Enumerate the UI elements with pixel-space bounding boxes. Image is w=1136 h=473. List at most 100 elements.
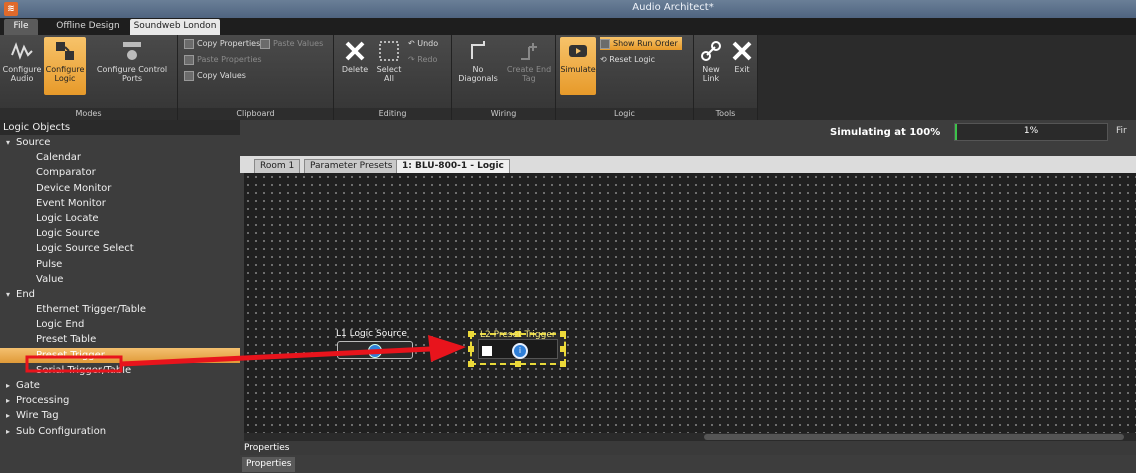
tree-node-label: Pulse <box>36 258 63 270</box>
tree-item-value[interactable]: Value <box>0 272 240 287</box>
new-link-label: New Link <box>702 65 720 83</box>
tree-node-label: Calendar <box>36 152 81 164</box>
resize-handle[interactable] <box>468 361 474 367</box>
tree-item-logic-locate[interactable]: Logic Locate <box>0 211 240 226</box>
window-title: Audio Architect* <box>632 2 714 13</box>
wiring-group: No Diagonals Create End Tag Wiring <box>452 35 556 120</box>
tree-item-serial-trigger-table[interactable]: Serial Trigger/Table <box>0 363 240 378</box>
simulate-button[interactable]: Simulate <box>560 37 596 95</box>
tree-item-device-monitor[interactable]: Device Monitor <box>0 181 240 196</box>
create-end-tag-label: Create End Tag <box>506 65 552 83</box>
tree-item-event-monitor[interactable]: Event Monitor <box>0 196 240 211</box>
select-all-icon <box>379 41 399 61</box>
input-port[interactable] <box>482 346 492 356</box>
tree-category-gate[interactable]: ▸ Gate <box>0 378 240 393</box>
expand-arrow-down-icon[interactable]: ▾ <box>6 287 16 302</box>
tab-offline-design[interactable]: Offline Design <box>52 19 124 35</box>
preset-trigger-info-icon: i <box>512 343 528 359</box>
no-diagonals-button[interactable]: No Diagonals <box>456 37 500 95</box>
configure-control-ports-button[interactable]: Configure Control Ports <box>90 37 174 95</box>
resize-handle[interactable] <box>560 346 566 352</box>
expand-arrow-right-icon[interactable]: ▸ <box>6 408 16 423</box>
logic-source-block[interactable] <box>337 341 413 359</box>
tree-item-pulse[interactable]: Pulse <box>0 257 240 272</box>
paste-icon <box>260 38 270 49</box>
tree-item-logic-source[interactable]: Logic Source <box>0 226 240 241</box>
configure-logic-button[interactable]: Configure Logic <box>44 37 86 95</box>
document-tabs: Room 1 Parameter Presets 1: BLU-800-1 - … <box>240 156 1136 173</box>
run-order-icon <box>600 38 610 49</box>
resize-handle[interactable] <box>515 361 521 367</box>
tree-item-logic-source-select[interactable]: Logic Source Select <box>0 241 240 256</box>
logic-objects-tree: ▾ Source Calendar Comparator Device Monitor E… <box>0 135 240 439</box>
logic-objects-panel: Logic Objects ▾ Source Calendar Comparator D… <box>0 120 240 473</box>
undo-button[interactable]: ↶ Undo <box>408 37 438 50</box>
expand-arrow-right-icon[interactable]: ▸ <box>6 378 16 393</box>
editing-group-label: Editing <box>334 108 451 120</box>
copy-values-button[interactable]: Copy Values <box>184 69 246 82</box>
paste-values-label: Paste Values <box>273 39 324 48</box>
modes-group-label: Modes <box>0 108 177 120</box>
copy-properties-label: Copy Properties <box>197 39 261 48</box>
tree-node-label: Preset Table <box>36 334 97 346</box>
exit-button[interactable]: Exit <box>728 37 756 95</box>
exit-x-icon <box>732 41 752 61</box>
tree-category-wire-tag[interactable]: ▸ Wire Tag <box>0 408 240 423</box>
logic-canvas[interactable]: L1 Logic Source i L2 Preset Trigger <box>244 173 1136 433</box>
simulate-icon <box>569 45 587 57</box>
resize-handle[interactable] <box>468 346 474 352</box>
redo-label: Redo <box>417 55 438 64</box>
tree-node-label: Wire Tag <box>16 410 59 422</box>
tree-category-sub-configuration[interactable]: ▸ Sub Configuration <box>0 424 240 439</box>
tab-file[interactable]: File <box>4 19 38 35</box>
create-end-tag-button[interactable]: Create End Tag <box>506 37 552 95</box>
tab-room-1[interactable]: Room 1 <box>254 159 301 173</box>
tree-item-preset-trigger[interactable]: Preset Trigger <box>0 347 240 363</box>
exit-label: Exit <box>734 65 750 74</box>
canvas-horizontal-scrollbar[interactable] <box>244 433 1136 441</box>
tree-item-ethernet-trigger-table[interactable]: Ethernet Trigger/Table <box>0 302 240 317</box>
tab-properties[interactable]: Properties <box>242 457 296 472</box>
paste-properties-button[interactable]: Paste Properties <box>184 53 262 66</box>
tab-soundweb-london[interactable]: Soundweb London <box>130 19 220 35</box>
tree-item-comparator[interactable]: Comparator <box>0 165 240 180</box>
tree-node-label: Event Monitor <box>36 197 106 209</box>
tools-group-label: Tools <box>694 108 757 120</box>
expand-arrow-right-icon[interactable]: ▸ <box>6 424 16 439</box>
tree-node-label: Logic Locate <box>36 212 99 224</box>
logic-source-indicator-icon <box>368 344 382 358</box>
paste-properties-label: Paste Properties <box>197 55 262 64</box>
tree-category-end[interactable]: ▾ End <box>0 287 240 302</box>
tree-category-processing[interactable]: ▸ Processing <box>0 393 240 408</box>
redo-button[interactable]: ↷ Redo <box>408 53 437 66</box>
resize-handle[interactable] <box>560 361 566 367</box>
copy-properties-button[interactable]: Copy Properties <box>184 37 260 50</box>
logic-objects-title: Logic Objects <box>0 120 240 135</box>
configure-audio-button[interactable]: Configure Audio <box>2 37 42 95</box>
new-link-button[interactable]: New Link <box>696 37 726 95</box>
select-all-button[interactable]: Select All <box>374 37 404 95</box>
tree-item-calendar[interactable]: Calendar <box>0 150 240 165</box>
show-run-order-button[interactable]: Show Run Order <box>600 37 682 50</box>
logic-group: Simulate Show Run Order ⟲ Reset Logic Lo… <box>556 35 694 120</box>
reset-logic-label: Reset Logic <box>609 55 656 64</box>
tab-blu-800-logic[interactable]: 1: BLU-800-1 - Logic <box>396 159 510 173</box>
tree-item-preset-table[interactable]: Preset Table <box>0 332 240 347</box>
logic-blocks-icon <box>56 42 74 60</box>
reset-logic-button[interactable]: ⟲ Reset Logic <box>600 53 655 66</box>
delete-button[interactable]: Delete <box>338 37 372 95</box>
delete-label: Delete <box>341 65 369 74</box>
scrollbar-thumb[interactable] <box>704 434 1124 440</box>
tab-parameter-presets[interactable]: Parameter Presets <box>304 159 399 173</box>
expand-arrow-down-icon[interactable]: ▾ <box>6 135 16 150</box>
finish-label: Fir <box>1116 126 1127 136</box>
resize-handle[interactable] <box>468 331 474 337</box>
tree-node-label: Value <box>36 273 64 285</box>
editing-group: Delete Select All ↶ Undo ↷ Redo Editing <box>334 35 452 120</box>
expand-arrow-right-icon[interactable]: ▸ <box>6 393 16 408</box>
paste-values-button[interactable]: Paste Values <box>260 37 323 50</box>
tree-item-logic-end[interactable]: Logic End <box>0 317 240 332</box>
tree-category-source[interactable]: ▾ Source <box>0 135 240 150</box>
resize-handle[interactable] <box>560 331 566 337</box>
configure-audio-label: Configure Audio <box>2 65 42 83</box>
